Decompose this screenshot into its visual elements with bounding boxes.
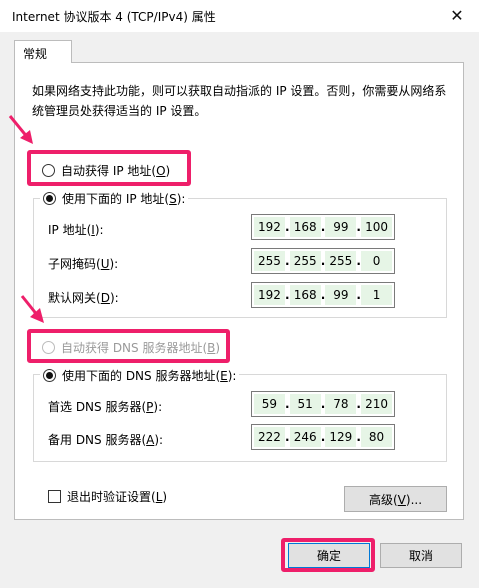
dns-manual-option[interactable]: 使用下面的 DNS 服务器地址(E): [40, 367, 240, 384]
validate-label: 退出时验证设置(L) [67, 490, 168, 504]
alternate-dns-octet-4: 80 [361, 427, 392, 447]
ok-button-label: 确定 [316, 549, 341, 563]
cancel-button[interactable]: 取消 [380, 543, 462, 568]
gateway-octet-2: 168 [289, 285, 321, 305]
ip-octet-2: 168 [289, 217, 321, 237]
subnet-mask-input[interactable]: 255. 255. 255. 0 [251, 248, 395, 274]
preferred-dns-octet-1: 59 [254, 394, 285, 414]
ip-manual-option[interactable]: 使用下面的 IP 地址(S): [40, 190, 189, 207]
dns-manual-radio[interactable] [43, 369, 56, 382]
ip-auto-option[interactable]: 自动获得 IP 地址(O) [42, 162, 170, 179]
description-text: 如果网络支持此功能，则可以获取自动指派的 IP 设置。否则，你需要从网络系统管理… [32, 84, 447, 118]
dns-manual-label: 使用下面的 DNS 服务器地址(E): [62, 369, 237, 383]
ip-octet-3: 99 [325, 217, 357, 237]
mask-octet-3: 255 [325, 251, 357, 271]
window-title: Internet 协议版本 4 (TCP/IPv4) 属性 [12, 10, 216, 24]
arrow-icon [20, 295, 44, 323]
advanced-button-label: 高级(V)... [368, 492, 423, 507]
gateway-octet-3: 99 [325, 285, 357, 305]
preferred-dns-input[interactable]: 59. 51. 78. 210 [251, 391, 395, 417]
gateway-octet-1: 192 [254, 285, 285, 305]
subnet-mask-label: 子网掩码(U): [48, 257, 119, 271]
preferred-dns-octet-2: 51 [289, 394, 321, 414]
validate-checkbox[interactable] [48, 490, 61, 503]
alternate-dns-input[interactable]: 222. 246. 129. 80 [251, 424, 395, 450]
mask-octet-2: 255 [289, 251, 321, 271]
mask-octet-4: 0 [361, 251, 392, 271]
tab-general-label: 常规 [23, 47, 48, 61]
gateway-input[interactable]: 192. 168. 99. 1 [251, 282, 395, 308]
mask-octet-1: 255 [254, 251, 285, 271]
advanced-button[interactable]: 高级(V)... [344, 486, 447, 512]
ip-auto-label: 自动获得 IP 地址(O) [61, 164, 171, 178]
dns-auto-option[interactable]: 自动获得 DNS 服务器地址(B) [42, 339, 220, 356]
ip-octet-1: 192 [254, 217, 285, 237]
alternate-dns-octet-2: 246 [289, 427, 321, 447]
preferred-dns-label: 首选 DNS 服务器(P): [48, 400, 163, 414]
ip-address-label: IP 地址(I): [48, 223, 104, 237]
tab-general[interactable]: 常规 [14, 40, 72, 63]
cancel-button-label: 取消 [408, 549, 433, 563]
dns-auto-radio[interactable] [42, 341, 55, 354]
dns-auto-label: 自动获得 DNS 服务器地址(B) [61, 341, 221, 355]
preferred-dns-octet-3: 78 [325, 394, 357, 414]
ip-manual-radio[interactable] [43, 192, 56, 205]
title-bar: Internet 协议版本 4 (TCP/IPv4) 属性 ✕ [0, 0, 479, 32]
ip-octet-4: 100 [361, 217, 392, 237]
alternate-dns-label: 备用 DNS 服务器(A): [48, 433, 164, 447]
validate-option[interactable]: 退出时验证设置(L) [48, 488, 167, 505]
preferred-dns-octet-4: 210 [361, 394, 392, 414]
gateway-label: 默认网关(D): [48, 291, 119, 305]
ok-button[interactable]: 确定 [288, 543, 370, 568]
close-button[interactable]: ✕ [442, 2, 472, 28]
alternate-dns-octet-3: 129 [325, 427, 357, 447]
arrow-icon [8, 115, 33, 144]
ip-manual-label: 使用下面的 IP 地址(S): [62, 192, 186, 206]
ip-auto-radio[interactable] [42, 164, 55, 177]
gateway-octet-4: 1 [361, 285, 392, 305]
ip-address-input[interactable]: 192. 168. 99. 100 [251, 214, 395, 240]
close-icon: ✕ [450, 5, 464, 25]
alternate-dns-octet-1: 222 [254, 427, 285, 447]
